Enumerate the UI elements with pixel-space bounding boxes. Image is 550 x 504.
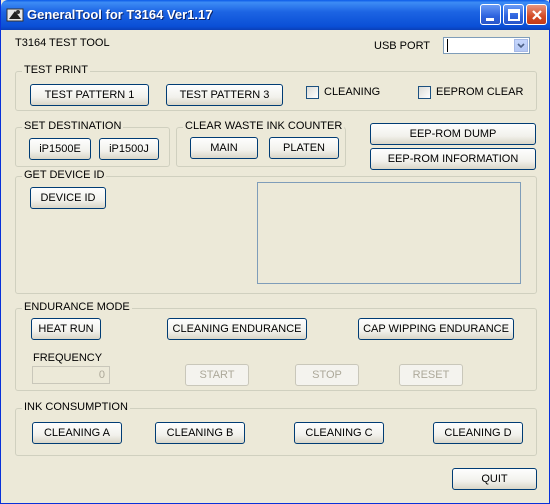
close-icon (532, 10, 542, 20)
set-destination-title: SET DESTINATION (22, 120, 124, 132)
get-device-id-title: GET DEVICE ID (22, 169, 107, 181)
maximize-icon (508, 9, 520, 21)
endurance-mode-title: ENDURANCE MODE (22, 301, 132, 313)
eeprom-information-button[interactable]: EEP-ROM INFORMATION (370, 148, 536, 170)
frequency-input[interactable]: 0 (32, 366, 110, 384)
platen-counter-button[interactable]: PLATEN (269, 137, 339, 159)
window-title: GeneralTool for T3164 Ver1.17 (27, 7, 213, 22)
test-pattern-3-button[interactable]: TEST PATTERN 3 (166, 84, 283, 106)
minimize-button[interactable] (480, 4, 501, 25)
cleaning-b-button[interactable]: CLEANING B (155, 422, 245, 444)
test-print-title: TEST PRINT (22, 64, 90, 76)
usb-port-value (447, 39, 448, 52)
app-icon (6, 6, 24, 24)
close-button[interactable] (526, 4, 547, 25)
ip1500j-button[interactable]: iP1500J (99, 138, 159, 160)
chevron-down-icon[interactable] (514, 39, 528, 52)
ink-consumption-title: INK CONSUMPTION (22, 401, 130, 413)
reset-button[interactable]: RESET (399, 364, 463, 386)
device-id-output[interactable] (257, 182, 521, 284)
cleaning-endurance-button[interactable]: CLEANING ENDURANCE (167, 318, 307, 340)
eeprom-dump-button[interactable]: EEP-ROM DUMP (370, 123, 536, 145)
ip1500e-button[interactable]: iP1500E (29, 138, 91, 160)
title-bar[interactable]: GeneralTool for T3164 Ver1.17 (1, 0, 550, 30)
clear-waste-ink-title: CLEAR WASTE INK COUNTER (183, 120, 345, 132)
start-button[interactable]: START (185, 364, 249, 386)
maximize-button[interactable] (503, 4, 524, 25)
eeprom-clear-checkbox-box[interactable] (418, 86, 431, 99)
main-counter-button[interactable]: MAIN (190, 137, 258, 159)
cleaning-checkbox[interactable]: CLEANING (306, 86, 396, 100)
cleaning-c-button[interactable]: CLEANING C (294, 422, 384, 444)
usb-port-select[interactable] (443, 37, 530, 54)
main-window: GeneralTool for T3164 Ver1.17 T3164 TEST… (0, 0, 550, 504)
device-id-button[interactable]: DEVICE ID (30, 187, 106, 209)
cleaning-a-button[interactable]: CLEANING A (32, 422, 122, 444)
stop-button[interactable]: STOP (295, 364, 359, 386)
heat-run-button[interactable]: HEAT RUN (31, 318, 101, 340)
eeprom-clear-checkbox-label: EEPROM CLEAR (436, 86, 524, 98)
minimize-icon (486, 18, 494, 21)
cleaning-checkbox-box[interactable] (306, 86, 319, 99)
frequency-label: FREQUENCY (33, 352, 103, 364)
test-pattern-1-button[interactable]: TEST PATTERN 1 (30, 84, 149, 106)
quit-button[interactable]: QUIT (452, 468, 537, 490)
cleaning-d-button[interactable]: CLEANING D (433, 422, 523, 444)
usb-port-label: USB PORT (374, 40, 431, 52)
cleaning-checkbox-label: CLEANING (324, 86, 381, 98)
tool-label: T3164 TEST TOOL (15, 37, 110, 49)
eeprom-clear-checkbox[interactable]: EEPROM CLEAR (418, 86, 528, 100)
cap-wipping-endurance-button[interactable]: CAP WIPPING ENDURANCE (358, 318, 514, 340)
